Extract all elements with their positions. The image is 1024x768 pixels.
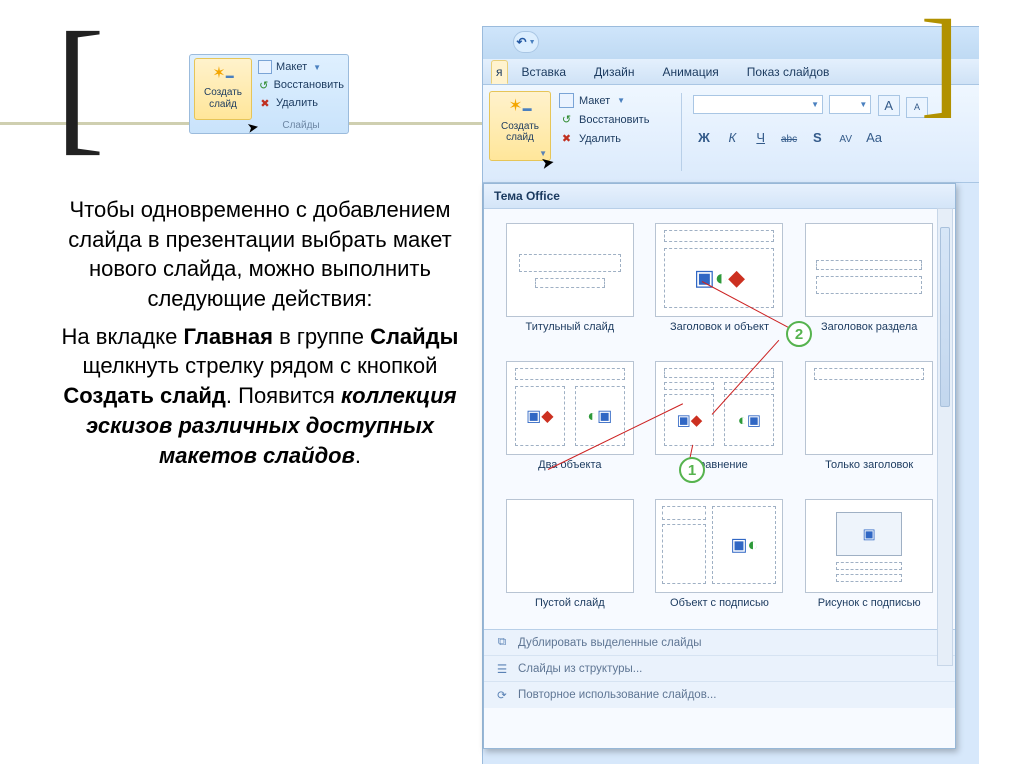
reset-button[interactable]: ↺Восстановить [256, 76, 346, 94]
reuse-slides[interactable]: ⟳Повторное использование слайдов... [484, 682, 955, 708]
quick-access-toolbar: ↶▼ [483, 27, 979, 59]
callout-2: 2 [786, 321, 812, 347]
layout-button[interactable]: Макет▼ [256, 58, 346, 76]
slides-group-inset: ✶▬ Создать слайд ➤ Макет▼ ↺Восстановить … [189, 54, 349, 134]
layout-comparison[interactable]: ▣◆◐▣ Сравнение [650, 361, 790, 485]
powerpoint-screenshot: ↶▼ я Вставка Дизайн Анимация Показ слайд… [482, 26, 979, 764]
delete-icon: ✖ [559, 131, 574, 146]
layout-icon [258, 60, 272, 74]
undo-button[interactable]: ↶▼ [513, 31, 539, 53]
new-slide-label2: слайд [195, 100, 251, 111]
underline-button[interactable]: Ч [750, 128, 772, 148]
layout-title-only[interactable]: Только заголовок [799, 361, 939, 485]
tab-slideshow[interactable]: Показ слайдов [733, 60, 844, 84]
layout-content-caption[interactable]: ▣◐ Объект с подписью [650, 499, 790, 623]
spacing-button[interactable]: AV [835, 130, 857, 150]
layout-two-content[interactable]: ▣◆◐▣ Два объекта [500, 361, 640, 485]
chevron-down-icon: ▼ [617, 96, 625, 105]
layout-title-content[interactable]: ▣◐◆ Заголовок и объект [650, 223, 790, 347]
bracket-right: ] [920, 26, 960, 98]
duplicate-slides[interactable]: ⧉Дублировать выделенные слайды [484, 630, 955, 656]
layout-button[interactable]: Макет▼ [557, 91, 677, 110]
tab-design[interactable]: Дизайн [580, 60, 648, 84]
duplicate-icon: ⧉ [494, 635, 510, 651]
paragraph-1: Чтобы одновременно с добавлением слайда … [60, 195, 460, 314]
layout-section-header[interactable]: Заголовок раздела [799, 223, 939, 347]
tab-animation[interactable]: Анимация [648, 60, 732, 84]
shadow-button[interactable]: S [806, 128, 828, 148]
font-size-combo[interactable]: ▼ [829, 95, 871, 114]
new-slide-split-button[interactable]: ✶▬ Создать слайд ▼ [489, 91, 551, 161]
delete-icon: ✖ [258, 96, 272, 110]
group-label: Слайды [256, 120, 346, 131]
reuse-icon: ⟳ [494, 687, 510, 703]
bracket-left: [ [55, 40, 105, 130]
ribbon-home: ✶▬ Создать слайд ▼ ➤ Макет▼ ↺Восстановит… [483, 85, 979, 183]
gallery-footer: ⧉Дублировать выделенные слайды ☰Слайды и… [484, 629, 955, 708]
reset-icon: ↺ [258, 78, 270, 92]
chevron-down-icon: ▼ [811, 100, 819, 109]
gallery-header: Тема Office [484, 184, 955, 209]
delete-button[interactable]: ✖Удалить [256, 94, 346, 112]
undo-icon: ↶ [517, 35, 527, 49]
chevron-down-icon: ▼ [529, 39, 536, 46]
outline-icon: ☰ [494, 661, 510, 677]
ribbon-tabs: я Вставка Дизайн Анимация Показ слайдов [483, 59, 979, 85]
paragraph-2: На вкладке Главная в группе Слайды щелкн… [60, 322, 460, 470]
delete-button[interactable]: ✖Удалить [557, 129, 677, 148]
slides-from-outline[interactable]: ☰Слайды из структуры... [484, 656, 955, 682]
cursor-icon: ➤ [539, 152, 556, 174]
callout-1: 1 [679, 457, 705, 483]
new-slide-icon: ✶▬ [490, 96, 550, 122]
new-slide-icon: ✶▬ [195, 63, 251, 87]
gallery-grid: Титульный слайд ▣◐◆ Заголовок и объект З… [484, 209, 955, 629]
new-slide-label1: Создать [195, 88, 251, 99]
strike-button[interactable]: abc [778, 130, 800, 150]
separator [681, 93, 682, 171]
chevron-down-icon: ▼ [313, 63, 321, 72]
layout-icon [559, 93, 574, 108]
font-name-combo[interactable]: ▼ [693, 95, 823, 114]
new-slide-button[interactable]: ✶▬ Создать слайд ➤ [194, 58, 252, 120]
tab-insert[interactable]: Вставка [508, 60, 581, 84]
chevron-down-icon: ▼ [859, 100, 867, 109]
tab-home[interactable]: я [491, 60, 508, 84]
layout-blank[interactable]: Пустой слайд [500, 499, 640, 623]
layout-picture-caption[interactable]: ▣ Рисунок с подписью [799, 499, 939, 623]
reset-button[interactable]: ↺Восстановить [557, 110, 677, 129]
layout-gallery: Тема Office Титульный слайд ▣◐◆ Заголово… [483, 183, 956, 749]
grow-font-button[interactable]: A [878, 95, 900, 116]
layout-title-slide[interactable]: Титульный слайд [500, 223, 640, 347]
case-button[interactable]: Aa [863, 128, 885, 148]
reset-icon: ↺ [559, 112, 574, 127]
scrollbar[interactable] [937, 208, 953, 666]
italic-button[interactable]: К [721, 128, 743, 148]
bold-button[interactable]: Ж [693, 128, 715, 148]
slide-body-text: Чтобы одновременно с добавлением слайда … [60, 195, 460, 478]
